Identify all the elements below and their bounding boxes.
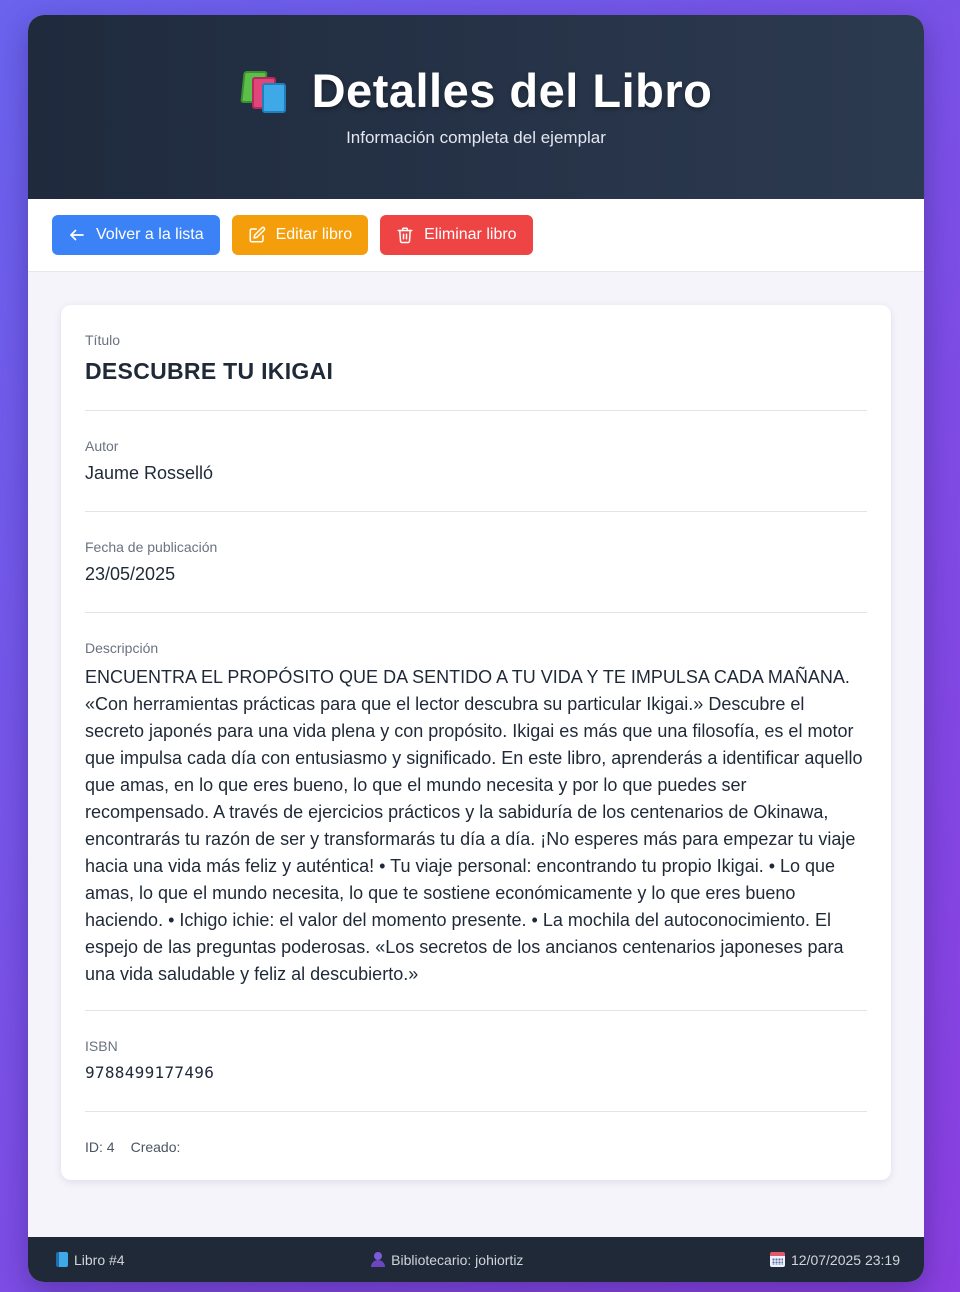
- page-header: Detalles del Libro Información completa …: [28, 15, 924, 199]
- publication-date-label: Fecha de publicación: [85, 539, 218, 555]
- delete-book-button[interactable]: Eliminar libro: [380, 215, 533, 255]
- action-toolbar: Volver a la lista Editar libro Eliminar …: [28, 199, 924, 272]
- delete-button-label: Eliminar libro: [424, 226, 517, 243]
- status-footer: Libro #4 Bibliotecario: johiortiz 12/07/…: [28, 1237, 924, 1282]
- book-title: DESCUBRE TU IKIGAI: [85, 358, 334, 384]
- book-id: ID: 4: [85, 1139, 115, 1155]
- created-at: Creado:: [130, 1139, 181, 1155]
- isbn-label: ISBN: [85, 1038, 118, 1054]
- metadata-row: ID: 4 Creado:: [85, 1112, 867, 1155]
- title-label: Título: [85, 332, 121, 348]
- page-subtitle: Información completa del ejemplar: [346, 128, 606, 147]
- back-to-list-button[interactable]: Volver a la lista: [52, 215, 220, 255]
- book-details-card: Título DESCUBRE TU IKIGAI Autor Jaume Ro…: [61, 305, 891, 1180]
- book-description: ENCUENTRA EL PROPÓSITO QUE DA SENTIDO A …: [85, 667, 863, 984]
- footer-book-info: Libro #4: [56, 1252, 125, 1268]
- title-field: Título DESCUBRE TU IKIGAI: [85, 305, 867, 411]
- description-field: Descripción ENCUENTRA EL PROPÓSITO QUE D…: [85, 613, 867, 1011]
- description-label: Descripción: [85, 640, 159, 656]
- author-label: Autor: [85, 438, 119, 454]
- app-window: Detalles del Libro Información completa …: [28, 15, 924, 1282]
- book-author: Jaume Rosselló: [85, 463, 214, 483]
- edit-book-button[interactable]: Editar libro: [231, 215, 369, 255]
- isbn-field: ISBN 9788499177496: [85, 1011, 867, 1112]
- publication-date-field: Fecha de publicación 23/05/2025: [85, 512, 867, 613]
- user-icon: [371, 1252, 386, 1267]
- author-field: Autor Jaume Rosselló: [85, 411, 867, 512]
- footer-librarian-text: Bibliotecario: johiortiz: [391, 1251, 524, 1268]
- edit-icon: [249, 226, 265, 243]
- book-isbn: 9788499177496: [85, 1063, 215, 1082]
- books-icon: [239, 67, 290, 115]
- calendar-icon: [769, 1252, 785, 1267]
- footer-librarian-info: Bibliotecario: johiortiz: [371, 1252, 523, 1268]
- publication-date: 23/05/2025: [85, 564, 176, 584]
- trash-icon: [397, 227, 413, 244]
- back-button-label: Volver a la lista: [96, 226, 204, 243]
- footer-book-text: Libro #4: [74, 1251, 125, 1268]
- edit-button-label: Editar libro: [275, 226, 353, 243]
- footer-datetime-info: 12/07/2025 23:19: [769, 1251, 900, 1268]
- book-icon: [56, 1252, 68, 1267]
- header-title-row: Detalles del Libro: [28, 63, 924, 118]
- arrow-left-icon: [70, 229, 84, 241]
- page-title: Detalles del Libro: [311, 64, 713, 117]
- footer-datetime-text: 12/07/2025 23:19: [790, 1251, 900, 1268]
